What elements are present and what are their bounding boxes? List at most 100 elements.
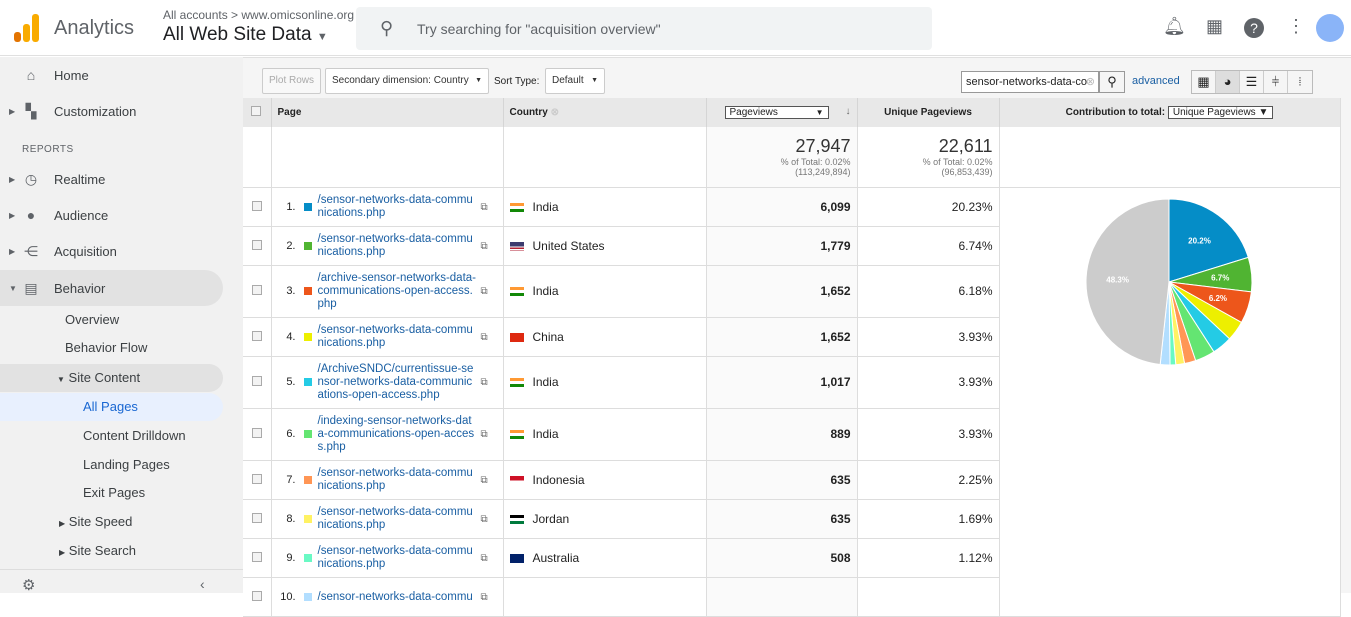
sidebar-item-realtime[interactable]: ▶ ◷ Realtime [0,162,243,196]
page-link[interactable]: /sensor-networks-data-communications.php [318,467,478,493]
sidebar-sub-behavior-flow[interactable]: Behavior Flow [65,334,147,362]
plot-rows-button[interactable]: Plot Rows [262,68,322,94]
open-external-icon[interactable]: ⧉ [481,202,488,213]
country-link[interactable]: Australia [533,551,580,565]
country-cell: China [503,317,707,357]
page-link[interactable]: /indexing-sensor-networks-data-communica… [318,415,478,454]
open-external-icon[interactable]: ⧉ [481,286,488,297]
country-link[interactable]: India [533,427,559,441]
select-all-checkbox[interactable] [243,98,272,127]
property-selector[interactable]: All Web Site Data ▼ [163,24,328,46]
sidebar-sub-site-search[interactable]: ▶ Site Search [59,537,136,565]
sidebar-item-customization[interactable]: ▶ ▚ Customization [0,94,243,128]
pivot-view-icon[interactable]: ⦙ [1288,71,1312,93]
pageviews-column-header[interactable]: Pageviews ▼ ↓ [706,98,858,127]
pie-view-icon[interactable]: ◕ [1216,71,1240,93]
page-link[interactable]: /sensor-networks-data-communications.php [318,194,478,220]
caret-down-icon: ▼ [591,77,598,84]
clear-icon[interactable]: ⊗ [1086,72,1095,92]
row-checkbox[interactable] [243,538,272,578]
scrollbar[interactable] [1340,98,1351,593]
caret-down-icon: ▼ [475,77,482,84]
account-breadcrumb[interactable]: All accounts > www.omicsonline.org [163,8,354,22]
advanced-link[interactable]: advanced [1132,75,1180,87]
row-checkbox[interactable] [243,265,272,318]
country-link[interactable]: India [533,375,559,389]
gear-icon[interactable]: ⚙ [22,576,35,594]
page-link[interactable]: /sensor-networks-data-communications.php [318,506,478,532]
row-checkbox[interactable] [243,187,272,227]
pie-chart: 20.2% 6.7% 6.2% 48.3% [1085,198,1253,366]
pie-slice-label: 6.7% [1211,273,1229,282]
country-flag-icon [509,287,524,297]
sidebar-item-audience[interactable]: ▶ ● Audience [0,198,243,232]
open-external-icon[interactable]: ⧉ [481,514,488,525]
sidebar-sub-overview[interactable]: Overview [65,306,119,334]
country-link[interactable]: Jordan [533,512,570,526]
apps-grid-icon[interactable]: ▦ [1206,16,1223,37]
open-external-icon[interactable]: ⧉ [481,592,488,603]
table-view-icon[interactable]: ▦ [1192,71,1216,93]
secondary-dimension-select[interactable]: Secondary dimension: Country ▼ [325,68,489,94]
row-checkbox[interactable] [243,356,272,409]
filter-search-button[interactable]: ⚲ [1099,71,1125,93]
row-checkbox[interactable] [243,460,272,500]
sidebar-item-home[interactable]: ⌂ Home [0,58,243,92]
sidebar-sub-site-content[interactable]: ▼ Site Content [0,364,223,392]
row-number: 1. [286,200,296,213]
pageviews-metric-select[interactable]: Pageviews ▼ [724,106,829,119]
sidebar-sub-exit-pages[interactable]: Exit Pages [83,479,145,507]
row-checkbox[interactable] [243,577,272,617]
country-link[interactable]: India [533,284,559,298]
comparison-view-icon[interactable]: ⫩ [1264,71,1288,93]
country-link[interactable]: United States [533,239,605,253]
analytics-logo-icon[interactable] [14,14,40,42]
country-column-header[interactable]: Country ⊗ [503,98,707,127]
sidebar-sub-content-drilldown[interactable]: Content Drilldown [83,422,186,450]
help-icon[interactable]: ? [1244,18,1264,38]
more-vert-icon[interactable]: ⋮ [1287,16,1305,37]
row-checkbox[interactable] [243,226,272,266]
sort-type-select[interactable]: Default ▼ [545,68,605,94]
contribution-metric-select[interactable]: Unique Pageviews ▼ [1167,106,1274,119]
sort-down-arrow-icon[interactable]: ↓ [846,106,851,117]
page-link[interactable]: /sensor-networks-data-communications.php [318,324,478,350]
unique-pct-value: 3.93% [857,317,1000,357]
open-external-icon[interactable]: ⧉ [481,332,488,343]
sidebar-footer: ⚙ ‹ [0,569,243,594]
unique-pageviews-column-header[interactable]: Unique Pageviews [857,98,1000,127]
total-unique: 22,611 [938,136,993,157]
bell-icon[interactable]: 🔔︎ [1163,16,1186,37]
page-link[interactable]: /archive-sensor-networks-data-communicat… [318,272,478,311]
search-bar[interactable]: ⚲ Try searching for "acquisition overview… [356,7,932,50]
performance-view-icon[interactable]: ☰ [1240,71,1264,93]
series-color-swatch [303,553,312,562]
sidebar-sub-all-pages[interactable]: All Pages [0,393,223,421]
open-external-icon[interactable]: ⧉ [481,377,488,388]
page-cell: 1. /sensor-networks-data-communications.p… [271,187,504,227]
sidebar-sub-site-speed[interactable]: ▶ Site Speed [59,508,132,536]
page-column-header[interactable]: Page [271,98,504,127]
row-checkbox[interactable] [243,408,272,461]
filter-input[interactable]: sensor-networks-data-co ⊗ [961,71,1099,93]
row-number: 9. [286,551,296,564]
sidebar-item-behavior[interactable]: ▼ ▤ Behavior [0,270,223,306]
row-checkbox[interactable] [243,317,272,357]
page-link[interactable]: /sensor-networks-data-communications.php [318,233,478,259]
country-link[interactable]: Indonesia [533,473,585,487]
open-external-icon[interactable]: ⧉ [481,241,488,252]
open-external-icon[interactable]: ⧉ [481,553,488,564]
sidebar-item-acquisition[interactable]: ▶ ⋲ Acquisition [0,234,243,268]
country-link[interactable]: India [533,200,559,214]
page-link[interactable]: /ArchiveSNDC/currentissue-sensor-network… [318,363,478,402]
country-link[interactable]: China [533,330,564,344]
avatar[interactable] [1316,14,1344,42]
sidebar-sub-landing-pages[interactable]: Landing Pages [83,451,170,479]
row-checkbox[interactable] [243,499,272,539]
row-number: 6. [286,428,296,440]
open-external-icon[interactable]: ⧉ [481,429,488,440]
remove-dimension-icon[interactable]: ⊗ [551,107,559,118]
collapse-chevron-icon[interactable]: ‹ [200,576,205,592]
open-external-icon[interactable]: ⧉ [481,475,488,486]
page-link[interactable]: /sensor-networks-data-communications.php [318,545,478,571]
